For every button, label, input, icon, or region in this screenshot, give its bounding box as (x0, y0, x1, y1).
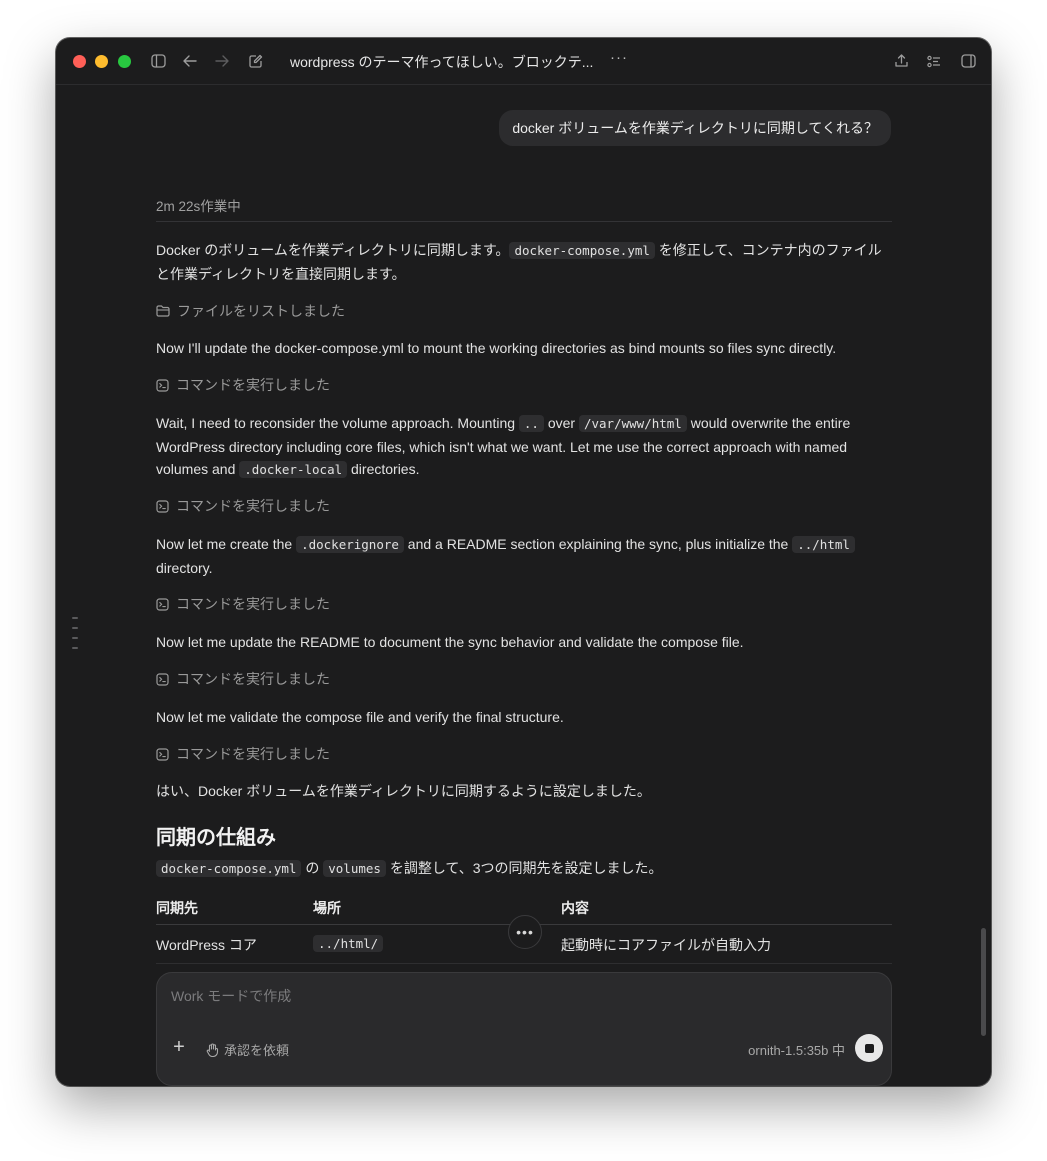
table-header-cell: 場所 (313, 900, 341, 916)
back-arrow-icon[interactable] (180, 51, 200, 71)
forward-arrow-icon[interactable] (212, 51, 232, 71)
step-command[interactable]: コマンドを実行しました (156, 594, 330, 614)
text: Docker のボリュームを作業ディレクトリに同期します。 (156, 242, 510, 258)
terminal-icon (156, 597, 169, 611)
table-cell: WordPress コア (156, 937, 257, 953)
share-icon[interactable] (891, 51, 911, 71)
approval-label: 承認を依頼 (224, 1043, 290, 1058)
assistant-paragraph: Now I'll update the docker-compose.yml t… (156, 340, 837, 356)
assistant-paragraph: docker-compose.yml の volumes を調整して、3つの同期… (156, 857, 892, 881)
text: directories. (347, 461, 420, 477)
text: and a README section explaining the sync… (403, 536, 793, 552)
step-list-files[interactable]: ファイルをリストしました (156, 301, 345, 321)
user-message: docker ボリュームを作業ディレクトリに同期してくれる？ (499, 110, 891, 146)
text: directory. (156, 559, 213, 576)
terminal-icon (156, 672, 169, 686)
assistant-paragraph: はい、Docker ボリュームを作業ディレクトリに同期するように設定しました。 (156, 783, 651, 799)
more-options-icon[interactable]: ••• (508, 915, 542, 949)
inline-code: docker-compose.yml (156, 860, 302, 877)
folder-icon (156, 305, 170, 317)
step-label: ファイルをリストしました (177, 303, 345, 319)
step-label: コマンドを実行しました (176, 746, 330, 762)
sidebar-toggle-icon[interactable] (148, 51, 168, 71)
section-heading: 同期の仕組み (156, 827, 276, 849)
stop-button[interactable] (855, 1034, 883, 1062)
window-title: wordpress のテーマ作ってほしい。ブロックテ... (290, 54, 594, 70)
inline-code: ../html (792, 536, 855, 553)
terminal-icon (156, 499, 169, 513)
text: Wait, I need to reconsider the volume ap… (156, 415, 519, 431)
model-selector[interactable]: ornith-1.5:35b 中 (748, 1040, 845, 1059)
checklist-icon[interactable] (924, 51, 944, 71)
step-label: コマンドを実行しました (176, 377, 330, 393)
step-label: コマンドを実行しました (176, 671, 330, 687)
zoom-window-button[interactable] (118, 55, 131, 68)
terminal-icon (156, 378, 169, 392)
text: を調整して、3つの同期先を設定しました。 (385, 860, 663, 876)
text: Now let me create the (156, 536, 297, 552)
title-more-icon[interactable]: ··· (610, 49, 628, 66)
assistant-paragraph: Now let me validate the compose file and… (156, 709, 564, 725)
step-command[interactable]: コマンドを実行しました (156, 744, 330, 764)
stop-icon (864, 1043, 874, 1053)
step-label: コマンドを実行しました (176, 596, 330, 612)
table-header-cell: 内容 (561, 900, 589, 916)
inline-code: volumes (323, 860, 386, 877)
text: の (301, 860, 324, 876)
inline-code: .. (518, 415, 544, 432)
composer: + 承認を依頼 ornith-1.5:35b 中 (156, 972, 892, 1086)
step-command[interactable]: コマンドを実行しました (156, 669, 330, 689)
new-chat-edit-icon[interactable] (246, 51, 266, 71)
assistant-paragraph: Now let me update the README to document… (156, 634, 744, 650)
divider (156, 221, 892, 222)
table-header-cell: 同期先 (156, 900, 198, 916)
table-cell: ../html/ (313, 935, 384, 952)
assistant-paragraph: Now let me create the .dockerignore and … (156, 533, 892, 579)
table-row-divider (156, 963, 892, 964)
app-window: wordpress のテーマ作ってほしい。ブロックテ... ··· docker… (56, 38, 991, 1086)
conversation-outline[interactable] (72, 617, 78, 657)
add-attachment-button[interactable]: + (169, 1037, 189, 1057)
approval-button[interactable]: 承認を依頼 (206, 1040, 289, 1059)
table-cell: 起動時にコアファイルが自動入力 (561, 937, 771, 953)
inline-code: .dockerignore (296, 536, 404, 553)
scrollbar[interactable] (981, 928, 986, 1036)
assistant-paragraph: Wait, I need to reconsider the volume ap… (156, 412, 892, 482)
inline-code: ../html/ (313, 935, 384, 952)
hand-icon (206, 1042, 219, 1057)
chat-area: docker ボリュームを作業ディレクトリに同期してくれる？ 2m 22s作業中… (56, 85, 991, 1086)
title-bar: wordpress のテーマ作ってほしい。ブロックテ... ··· (56, 38, 991, 85)
inline-code: docker-compose.yml (509, 242, 655, 259)
step-label: コマンドを実行しました (176, 498, 330, 514)
right-panel-toggle-icon[interactable] (958, 51, 978, 71)
text: over (543, 415, 579, 431)
step-command[interactable]: コマンドを実行しました (156, 496, 330, 516)
assistant-paragraph: Docker のボリュームを作業ディレクトリに同期します。 docker-comp… (156, 239, 892, 285)
message-input[interactable] (169, 987, 773, 1005)
close-window-button[interactable] (73, 55, 86, 68)
inline-code: /var/www/html (578, 415, 687, 432)
work-time-status[interactable]: 2m 22s作業中 (156, 195, 892, 215)
inline-code: .docker-local (239, 461, 348, 478)
terminal-icon (156, 747, 169, 761)
step-command[interactable]: コマンドを実行しました (156, 375, 330, 395)
minimize-window-button[interactable] (95, 55, 108, 68)
